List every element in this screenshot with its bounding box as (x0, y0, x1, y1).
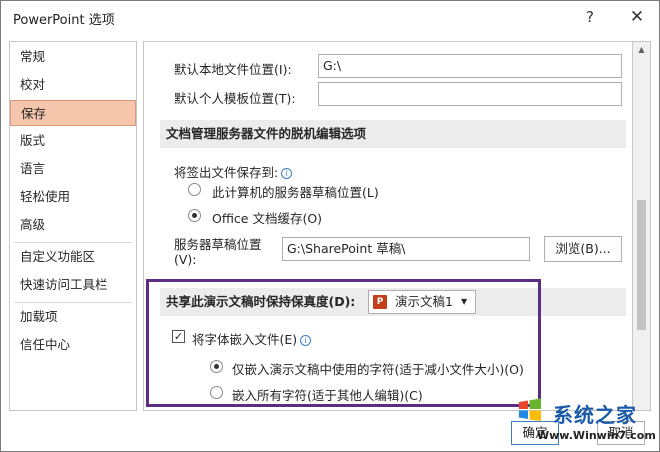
help-button[interactable]: ? (579, 5, 601, 29)
nav-item-general[interactable]: 常规 (10, 44, 136, 70)
radio-server-drafts[interactable] (188, 183, 201, 196)
window-title: PowerPoint 选项 (13, 13, 115, 28)
radio-office-cache-label: Office 文档缓存(O) (212, 211, 323, 226)
nav-item-customize-ribbon[interactable]: 自定义功能区 (10, 244, 136, 270)
scroll-thumb[interactable] (637, 200, 646, 330)
nav-item-proofing[interactable]: 校对 (10, 72, 136, 98)
nav-item-save[interactable]: 保存 (10, 100, 136, 126)
watermark-url: Www.Winwin7.com (537, 429, 656, 442)
nav-item-layout[interactable]: 版式 (10, 128, 136, 154)
nav-item-trust-center[interactable]: 信任中心 (10, 332, 136, 358)
drafts-location-input[interactable]: G:\SharePoint 草稿\ (282, 237, 530, 261)
nav-item-language[interactable]: 语言 (10, 156, 136, 182)
save-checked-out-label: 将签出文件保存到: i (174, 162, 293, 181)
info-icon: i (281, 168, 293, 179)
panel-scrollbar[interactable]: ▲ (633, 41, 651, 411)
drafts-location-label: 服务器草稿位置 (174, 237, 262, 252)
template-location-label: 默认个人模板位置(T): (174, 91, 296, 106)
title-bar: PowerPoint 选项 ? ✕ (1, 1, 659, 33)
annotation-highlight-box (146, 279, 541, 407)
nav-item-accessibility[interactable]: 轻松使用 (10, 184, 136, 210)
options-nav: 常规 校对 保存 版式 语言 轻松使用 高级 自定义功能区 快速访问工具栏 加载… (9, 41, 137, 411)
radio-server-drafts-label: 此计算机的服务器草稿位置(L) (212, 185, 379, 200)
drafts-location-label-2: (V): (174, 252, 197, 267)
watermark-text: 系统之家 (553, 403, 637, 427)
local-location-input[interactable]: G:\ (318, 54, 622, 78)
site-watermark: 系统之家 Www.Winwin7.com (517, 393, 657, 449)
local-location-label: 默认本地文件位置(I): (174, 62, 292, 77)
offline-editing-header: 文档管理服务器文件的脱机编辑选项 (160, 120, 626, 148)
radio-office-cache[interactable] (188, 209, 201, 222)
nav-item-advanced[interactable]: 高级 (10, 212, 136, 238)
nav-item-add-ins[interactable]: 加载项 (10, 304, 136, 330)
nav-separator (14, 302, 132, 303)
nav-separator (14, 242, 132, 243)
template-location-input[interactable] (318, 82, 622, 106)
powerpoint-options-dialog: PowerPoint 选项 ? ✕ 常规 校对 保存 版式 语言 轻松使用 高级… (0, 0, 660, 452)
windows-logo-icon (519, 398, 541, 421)
close-button[interactable]: ✕ (625, 5, 649, 29)
scroll-up-icon[interactable]: ▲ (633, 42, 650, 58)
nav-item-quick-access-toolbar[interactable]: 快速访问工具栏 (10, 272, 136, 298)
browse-button[interactable]: 浏览(B)... (544, 236, 622, 262)
